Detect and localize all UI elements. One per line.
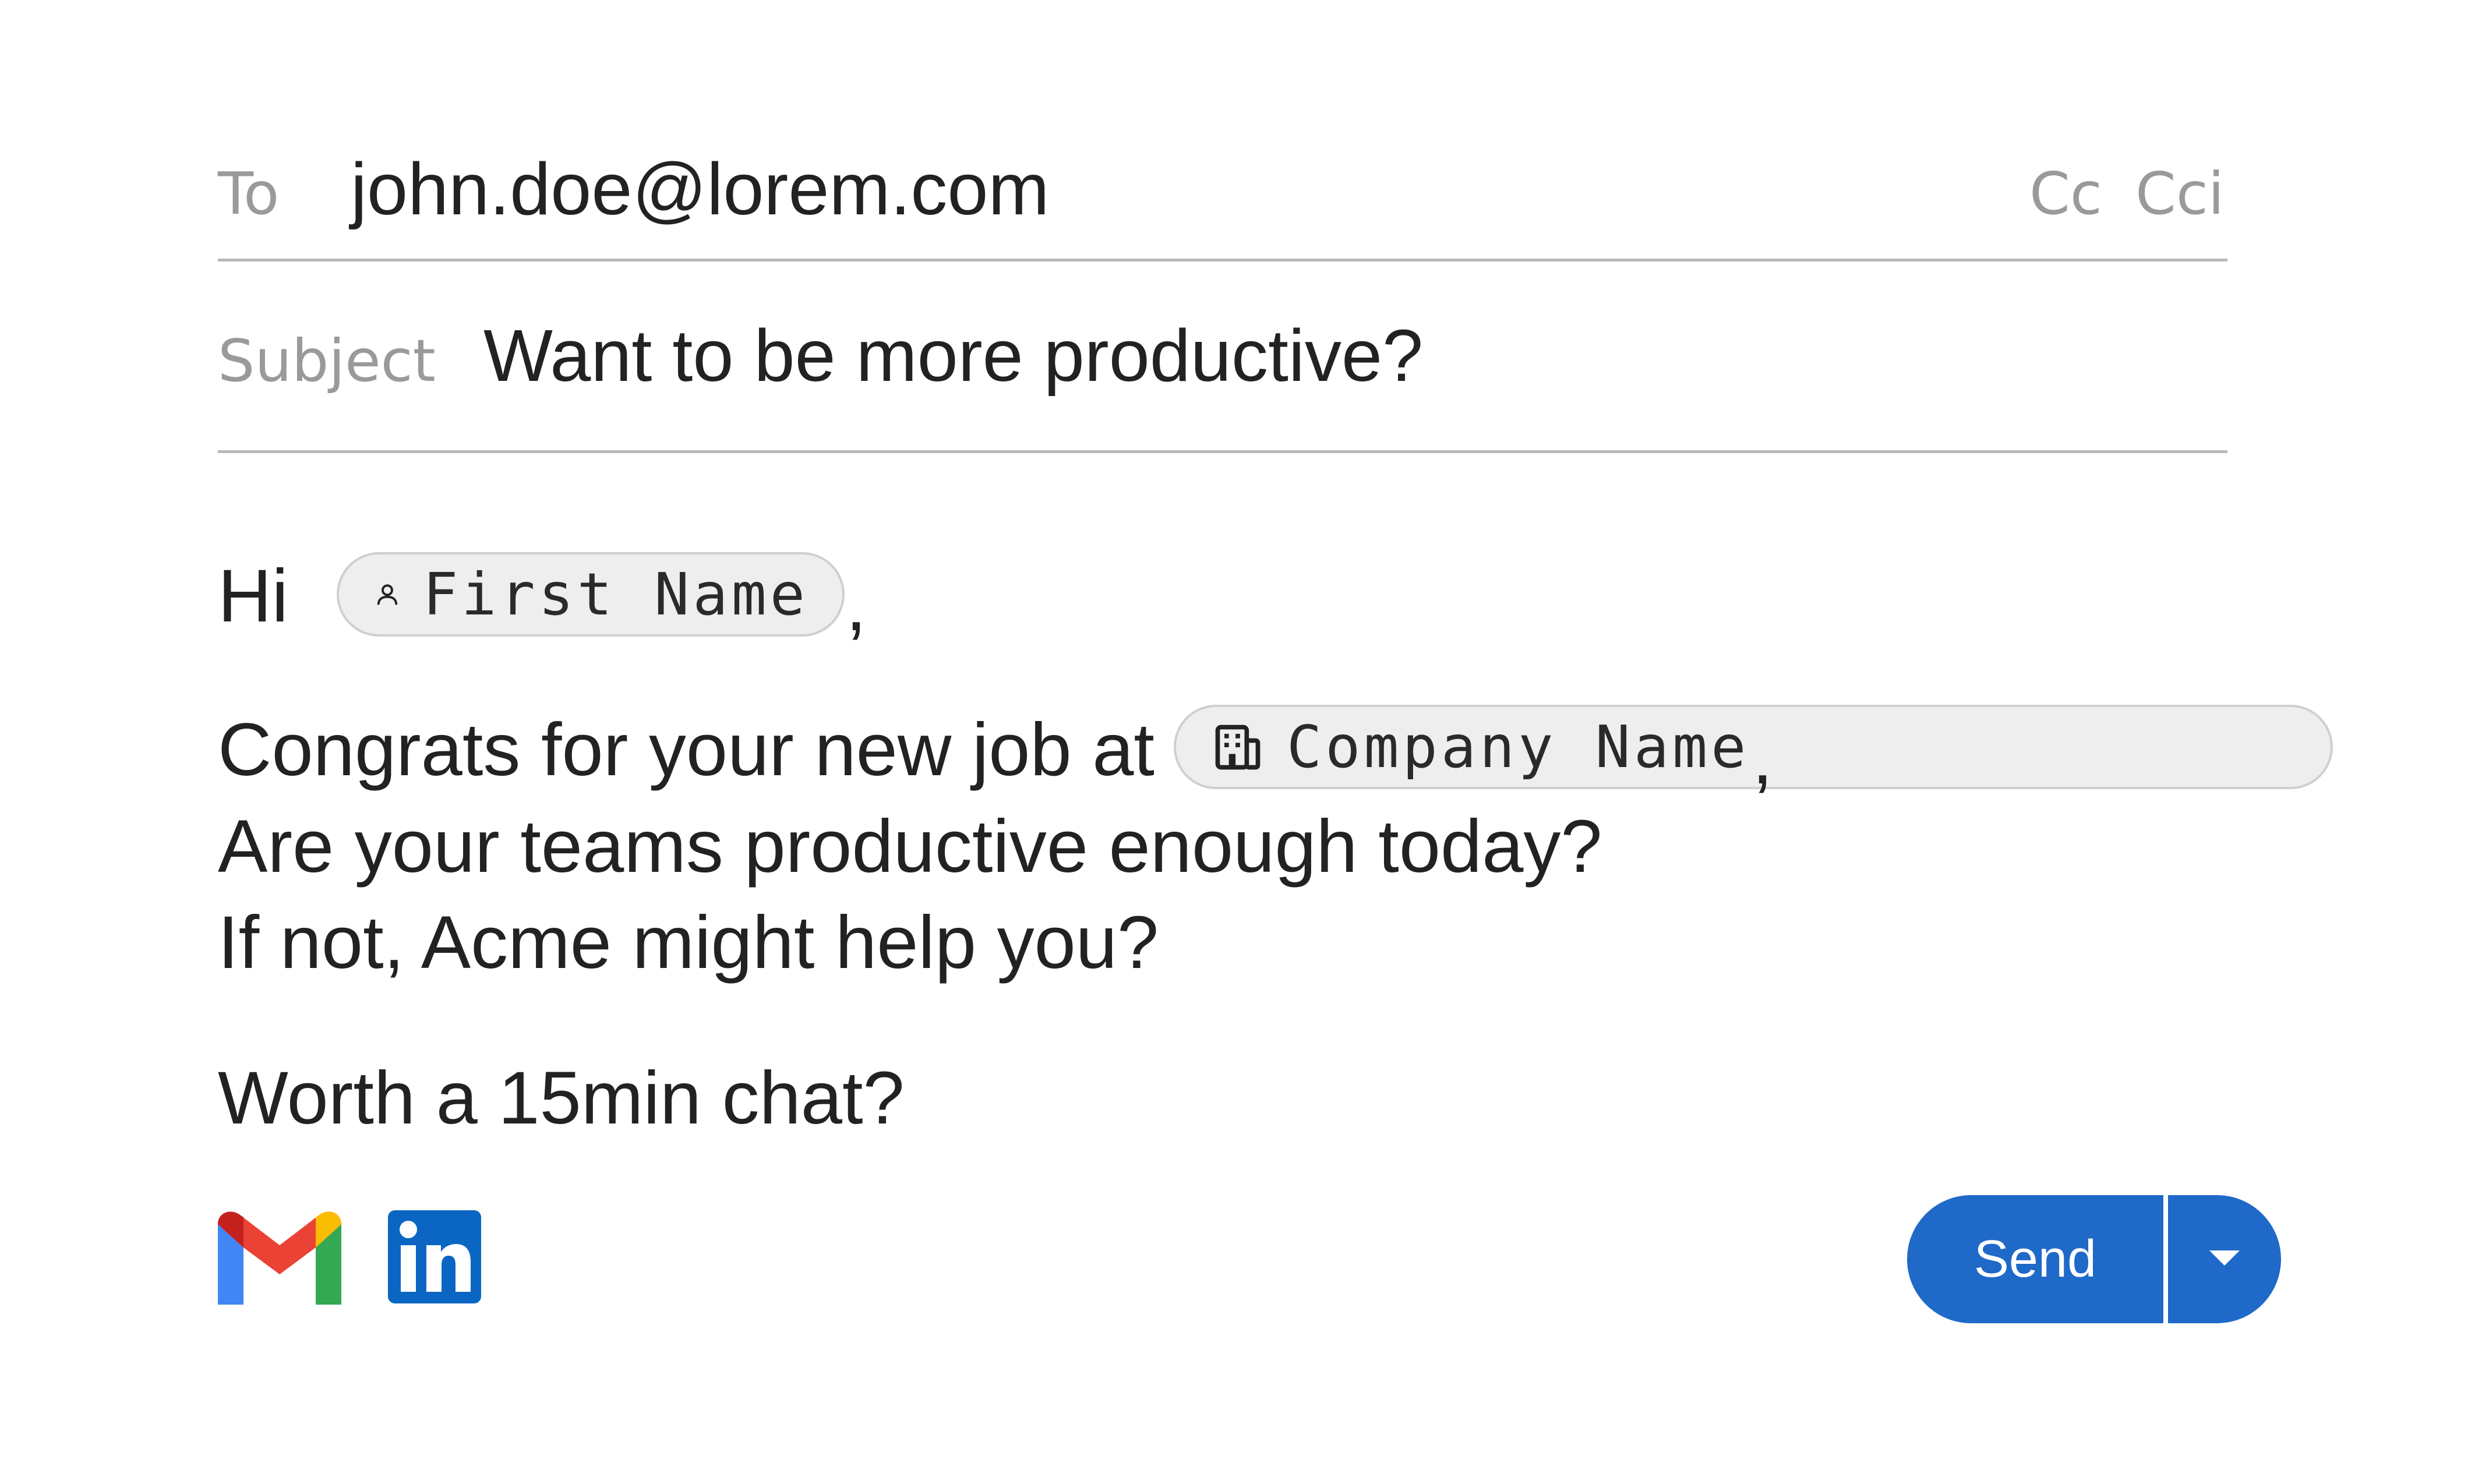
to-label: To [218,160,280,228]
subject-label: Subject [218,327,436,395]
caret-down-icon [2209,1250,2240,1266]
congrats-comma: , [1752,716,1773,800]
body-line-teams: Are your teams productive enough today? [218,805,1602,888]
greeting-comma: , [846,563,867,646]
gmail-icon[interactable] [218,1211,341,1305]
congrats-text: Congrats for your new job at [218,708,1154,792]
person-icon [377,584,398,605]
to-divider [218,259,2227,262]
greeting-text: Hi [218,554,288,638]
send-options-button[interactable] [2168,1195,2281,1323]
first-name-chip-label: First Name [422,560,808,628]
subject-field[interactable]: Want to be more productive? [483,319,1423,393]
send-divider [2163,1195,2168,1323]
to-field[interactable]: john.doe@lorem.com [351,153,1049,226]
email-composer: To john.doe@lorem.com Cc Cci Subject Wan… [0,0,2468,1484]
cc-button[interactable]: Cc [2029,165,2102,223]
company-name-chip-label: Company Name [1287,712,1750,781]
send-button[interactable]: Send [1907,1195,2163,1323]
body-line-chat: Worth a 15min chat? [218,1057,905,1140]
subject-divider [218,450,2227,453]
cci-button[interactable]: Cci [2135,165,2225,223]
body-line-acme: If not, Acme might help you? [218,901,1159,984]
linkedin-icon[interactable] [388,1210,481,1303]
first-name-chip[interactable]: First Name [337,552,845,637]
building-icon [1215,725,1261,769]
